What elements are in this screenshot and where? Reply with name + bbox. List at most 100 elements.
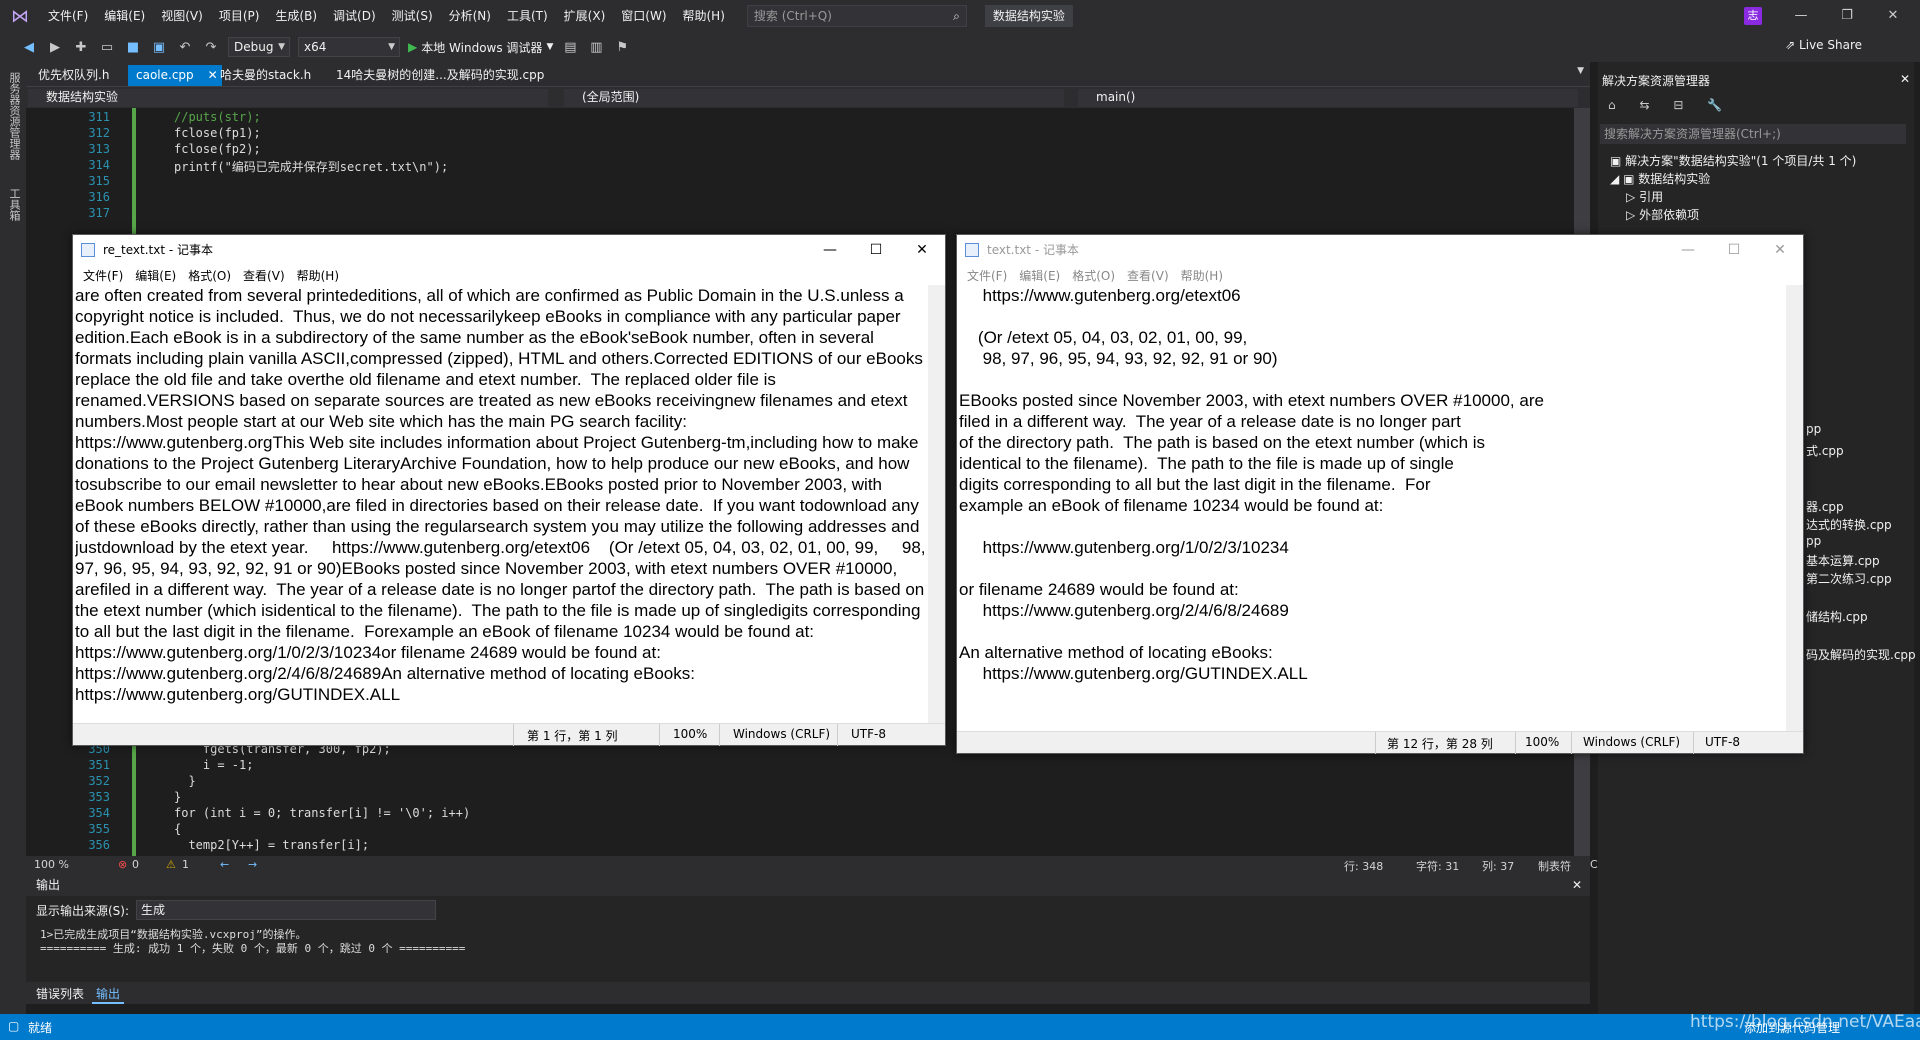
live-share-button[interactable]: ⇗ Live Share bbox=[1785, 38, 1862, 52]
toolbox-tab[interactable]: 工具箱 bbox=[6, 188, 22, 221]
menu-project[interactable]: 项目(P) bbox=[211, 0, 268, 32]
menu-help[interactable]: 帮助(H) bbox=[291, 267, 345, 284]
menu-file[interactable]: 文件(F) bbox=[961, 267, 1013, 284]
back-icon[interactable]: ◀ bbox=[20, 40, 38, 55]
menu-edit[interactable]: 编辑(E) bbox=[96, 0, 153, 32]
tab-huffman-stack[interactable]: 哈夫曼的stack.h bbox=[212, 65, 319, 86]
indent-mode[interactable]: 制表符 bbox=[1538, 858, 1571, 874]
status-ready: 就绪 bbox=[28, 1021, 53, 1035]
tab-output[interactable]: 输出 bbox=[92, 985, 125, 1004]
notepad-scrollbar[interactable] bbox=[928, 285, 945, 723]
error-icon[interactable]: ⊗ bbox=[118, 858, 127, 871]
solution-search-input[interactable]: 搜索解决方案资源管理器(Ctrl+;) bbox=[1600, 124, 1906, 144]
restore-icon[interactable]: ❐ bbox=[1824, 0, 1870, 32]
close-icon[interactable]: ✕ bbox=[1572, 874, 1582, 896]
title-menu-bar: ⋈ 文件(F) 编辑(E) 视图(V) 项目(P) 生成(B) 调试(D) 测试… bbox=[0, 0, 1920, 32]
solution-file[interactable]: pp bbox=[1806, 422, 1821, 436]
solution-file[interactable]: 式.cpp bbox=[1806, 442, 1844, 459]
bookmark-icon[interactable]: ⚑ bbox=[613, 40, 631, 55]
start-debugging-button[interactable]: ▶ 本地 Windows 调试器 ▼ bbox=[408, 39, 553, 56]
collapse-icon[interactable]: ⊟ bbox=[1673, 98, 1683, 112]
minimize-icon[interactable]: — bbox=[807, 235, 853, 265]
maximize-icon[interactable]: ☐ bbox=[853, 235, 899, 265]
solution-root[interactable]: ▣ 解决方案"数据结构实验"(1 个项目/共 1 个) bbox=[1610, 152, 1856, 169]
minimize-icon[interactable]: — bbox=[1778, 0, 1824, 32]
menu-file[interactable]: 文件(F) bbox=[40, 0, 96, 32]
menu-view[interactable]: 视图(V) bbox=[153, 0, 211, 32]
close-icon[interactable]: ✕ bbox=[1900, 72, 1910, 86]
save-icon[interactable]: ■ bbox=[124, 40, 142, 55]
output-source-label: 显示输出来源(S): bbox=[36, 904, 130, 918]
tab-error-list[interactable]: 错误列表 bbox=[32, 985, 88, 1002]
menu-help[interactable]: 帮助(H) bbox=[675, 0, 733, 32]
warning-icon[interactable]: ⚠ bbox=[166, 858, 176, 871]
menu-test[interactable]: 测试(S) bbox=[384, 0, 441, 32]
menu-analyze[interactable]: 分析(N) bbox=[441, 0, 499, 32]
notepad-window-re-text[interactable]: re_text.txt - 记事本 — ☐ ✕ 文件(F) 编辑(E) 格式(O… bbox=[72, 234, 946, 746]
config-select[interactable]: Debug ▼ bbox=[228, 37, 290, 57]
wrench-icon[interactable]: 🔧 bbox=[1707, 98, 1722, 112]
save-all-icon[interactable]: ▣ bbox=[150, 40, 168, 55]
line-number: 354 bbox=[88, 806, 110, 820]
scope-dropdown[interactable]: (全局范围) bbox=[564, 89, 1064, 107]
server-explorer-tab[interactable]: 服务器资源管理器 bbox=[6, 72, 22, 160]
redo-icon[interactable]: ↷ bbox=[202, 40, 220, 55]
toolbar-extra-icon[interactable]: ▤ bbox=[561, 40, 579, 55]
menu-view[interactable]: 查看(V) bbox=[1121, 267, 1175, 284]
solution-file[interactable]: 储结构.cpp bbox=[1806, 608, 1868, 625]
project-node[interactable]: ◢ ▣ 数据结构实验 bbox=[1610, 170, 1710, 187]
menu-view[interactable]: 查看(V) bbox=[237, 267, 291, 284]
solution-file[interactable]: 器.cpp bbox=[1806, 498, 1844, 515]
output-source-select[interactable]: 生成 bbox=[136, 900, 436, 920]
chevron-down-icon[interactable]: ▼ bbox=[1577, 66, 1584, 76]
close-icon[interactable]: ✕ bbox=[899, 235, 945, 265]
solution-file[interactable]: 基本运算.cpp bbox=[1806, 552, 1880, 569]
notepad-menu-bar: 文件(F) 编辑(E) 格式(O) 查看(V) 帮助(H) bbox=[957, 265, 1803, 285]
notepad-window-text[interactable]: text.txt - 记事本 — ☐ ✕ 文件(F) 编辑(E) 格式(O) 查… bbox=[956, 234, 1804, 754]
tab-priority-queue[interactable]: 优先权队列.h bbox=[30, 65, 117, 86]
open-icon[interactable]: ▭ bbox=[98, 40, 116, 55]
close-icon[interactable]: ✕ bbox=[1757, 235, 1803, 265]
menu-edit[interactable]: 编辑(E) bbox=[1013, 267, 1066, 284]
menu-build[interactable]: 生成(B) bbox=[267, 0, 325, 32]
next-issue-icon[interactable]: → bbox=[248, 858, 257, 871]
menu-window[interactable]: 窗口(W) bbox=[613, 0, 674, 32]
previous-issue-icon[interactable]: ← bbox=[220, 858, 229, 871]
menu-format[interactable]: 格式(O) bbox=[182, 267, 237, 284]
new-project-icon[interactable]: ✚ bbox=[72, 40, 90, 55]
notepad-scrollbar[interactable] bbox=[1786, 285, 1803, 731]
menu-debug[interactable]: 调试(D) bbox=[325, 0, 384, 32]
menu-format[interactable]: 格式(O) bbox=[1066, 267, 1121, 284]
platform-select[interactable]: x64 ▼ bbox=[298, 37, 400, 57]
menu-help[interactable]: 帮助(H) bbox=[1175, 267, 1229, 284]
close-icon[interactable]: ✕ bbox=[1870, 0, 1916, 32]
solution-file[interactable]: 达式的转换.cpp bbox=[1806, 516, 1892, 533]
notepad-text-area[interactable]: are often created from several printeded… bbox=[75, 285, 927, 721]
project-dropdown-value: 数据结构实验 bbox=[46, 90, 119, 104]
tab-huffman-cpp[interactable]: 14哈夫曼树的创建...及解码的实现.cpp bbox=[328, 65, 552, 86]
minimize-icon[interactable]: — bbox=[1665, 235, 1711, 265]
solution-file[interactable]: 码及解码的实现.cpp bbox=[1806, 646, 1916, 663]
home-icon[interactable]: ⌂ bbox=[1608, 98, 1616, 112]
project-dropdown[interactable]: 数据结构实验 bbox=[28, 89, 548, 107]
menu-tools[interactable]: 工具(T) bbox=[499, 0, 556, 32]
solution-file[interactable]: 第二次练习.cpp bbox=[1806, 570, 1892, 587]
sync-icon[interactable]: ⇆ bbox=[1639, 98, 1649, 112]
menu-extensions[interactable]: 扩展(X) bbox=[556, 0, 614, 32]
search-input[interactable]: 搜索 (Ctrl+Q) ⌕ bbox=[746, 5, 967, 27]
notepad-text-area[interactable]: https://www.gutenberg.org/etext06 (Or /e… bbox=[959, 285, 1779, 729]
menu-file[interactable]: 文件(F) bbox=[77, 267, 129, 284]
tab-caole[interactable]: caole.cpp ✕ bbox=[128, 65, 222, 86]
solution-file[interactable]: pp bbox=[1806, 534, 1821, 548]
undo-icon[interactable]: ↶ bbox=[176, 40, 194, 55]
external-deps-node[interactable]: ▷ 外部依赖项 bbox=[1626, 206, 1699, 223]
toolbar-extra-icon[interactable]: ▥ bbox=[587, 40, 605, 55]
menu-edit[interactable]: 编辑(E) bbox=[129, 267, 182, 284]
zoom-level[interactable]: 100 % bbox=[34, 858, 69, 871]
function-dropdown[interactable]: main() bbox=[1078, 89, 1578, 107]
user-avatar[interactable]: 志 bbox=[1744, 7, 1762, 25]
references-node[interactable]: ▷ 引用 bbox=[1626, 188, 1663, 205]
maximize-icon[interactable]: ☐ bbox=[1711, 235, 1757, 265]
forward-icon[interactable]: ▶ bbox=[46, 40, 64, 55]
status-divider bbox=[1693, 732, 1694, 754]
